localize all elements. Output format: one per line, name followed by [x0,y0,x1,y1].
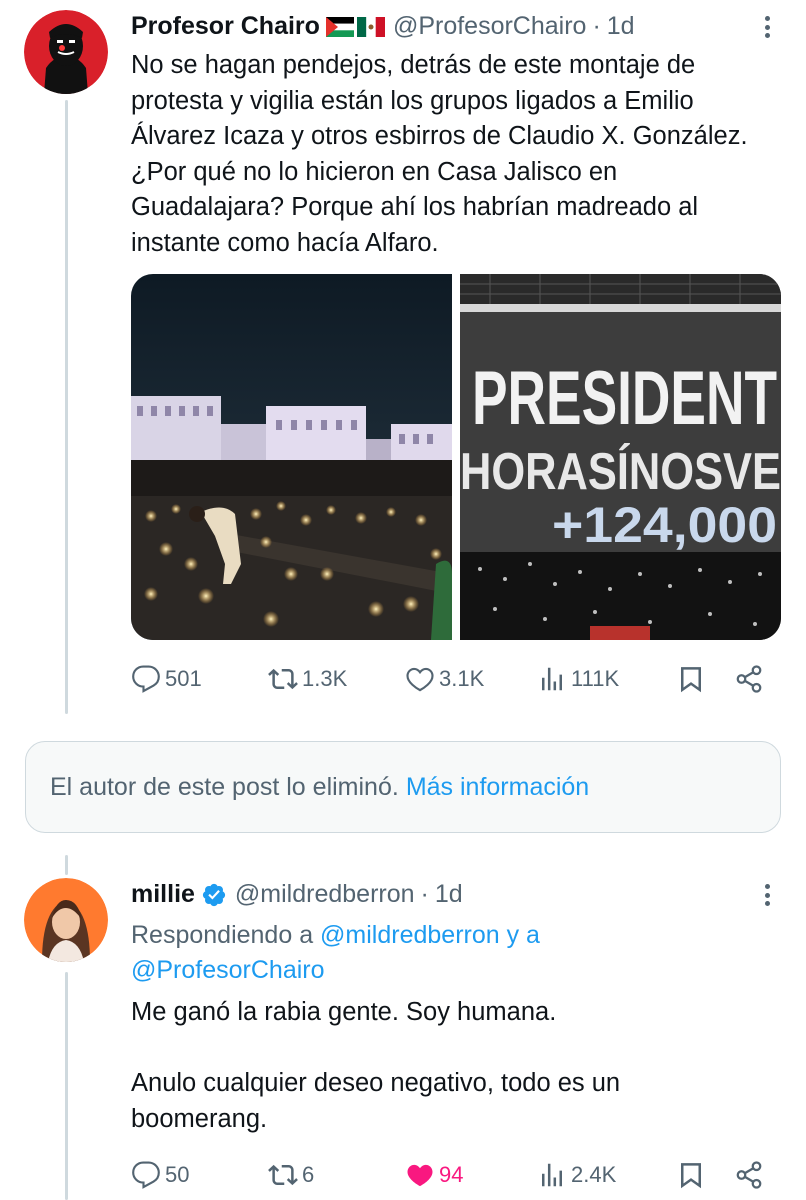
verified-badge-icon [202,883,226,906]
photo-text-line-3: +124,000 [552,497,777,553]
reply-count: 501 [165,666,202,691]
thread-line [65,972,68,1200]
avatar-millie[interactable] [24,878,108,962]
repost-button[interactable]: 6 [268,1158,314,1192]
separator: · [592,12,601,40]
photo-aerial-message[interactable]: PRESIDENT HORASÍNOSVE +124,000 [460,274,781,640]
deleted-notice-text: El autor de este post lo eliminó. [50,772,399,801]
photo-vigil[interactable] [131,274,452,640]
tweet-actions: 50 6 94 2.4K [131,1158,771,1192]
reply-count: 50 [165,1162,190,1187]
share-icon [736,665,762,693]
reply-button[interactable]: 50 [131,1158,189,1192]
like-button[interactable]: 94 [405,1158,463,1192]
views-button[interactable]: 2.4K [537,1158,616,1192]
tweet-header: millie @mildredberron · 1d [131,880,463,909]
bookmark-button[interactable] [676,662,706,696]
replying-to: Respondiendo a @mildredberron y a @Profe… [131,918,771,988]
mexico-flag-icon [356,16,385,37]
heart-icon [406,667,434,692]
views-count: 111K [571,666,620,691]
heart-icon [407,1164,433,1187]
reply-icon [132,665,160,693]
like-count: 94 [439,1162,464,1187]
separator: · [420,880,429,908]
display-name[interactable]: Profesor Chairo [131,12,320,41]
repost-button[interactable]: 1.3K [268,662,347,696]
repost-count: 1.3K [302,666,348,691]
replying-prefix: Respondiendo a [131,921,314,949]
reply-icon [132,1161,160,1189]
avatar-profesor-chairo[interactable] [24,10,108,94]
bookmark-button[interactable] [676,1158,706,1192]
repost-icon [268,1164,298,1186]
share-button[interactable] [734,1158,764,1192]
tweet-text: Me ganó la rabia gente. Soy humana. Anul… [131,998,621,1133]
thread-line [65,855,68,875]
views-count: 2.4K [571,1162,617,1187]
bookmark-icon [681,667,701,693]
photo-text-line-1: PRESIDENT [472,356,777,441]
like-button[interactable]: 3.1K [405,662,484,696]
share-icon [736,1161,762,1189]
display-name[interactable]: millie [131,880,195,909]
reply-button[interactable]: 501 [131,662,202,696]
user-handle[interactable]: @ProfesorChairo [393,12,587,41]
tweet-actions: 501 1.3K 3.1K 111K [131,662,771,696]
repost-count: 6 [302,1162,315,1187]
tweet-media[interactable]: PRESIDENT HORASÍNOSVE +124,000 [131,274,781,640]
palestine-flag-icon [325,16,354,37]
more-icon[interactable] [757,880,777,910]
views-icon [542,1163,562,1187]
user-handle[interactable]: @mildredberron [235,880,415,909]
tweet-text: No se hagan pendejos, detrás de este mon… [131,51,748,257]
views-icon [542,667,562,691]
more-icon[interactable] [757,12,777,42]
views-button[interactable]: 111K [537,662,619,696]
timestamp[interactable]: 1d [435,880,463,909]
tweet-header: Profesor Chairo @ProfesorChairo · 1d [131,12,635,41]
thread-line [65,100,68,714]
repost-icon [268,668,298,690]
like-count: 3.1K [439,666,485,691]
photo-text-line-2: HORASÍNOSVE [460,443,781,501]
more-info-link[interactable]: Más información [406,773,589,802]
timestamp[interactable]: 1d [607,12,635,41]
bookmark-icon [681,1163,701,1189]
deleted-post-notice: El autor de este post lo eliminó. Más in… [25,741,781,833]
share-button[interactable] [734,662,764,696]
